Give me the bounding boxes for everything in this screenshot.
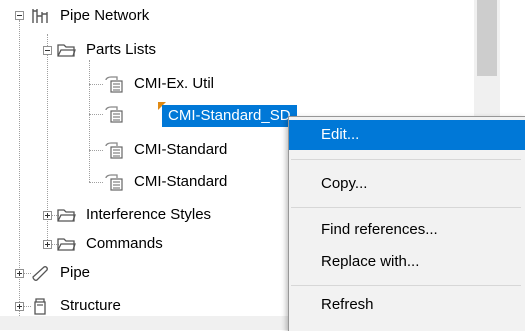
tree-line: [19, 20, 20, 330]
folder-icon: [56, 40, 76, 60]
pipe-network-icon: [30, 6, 50, 26]
folder-icon: [56, 234, 76, 254]
tree-item-pipe[interactable]: Pipe: [30, 260, 94, 286]
tree-item-label: CMI-Standard_SD: [162, 105, 297, 127]
pipe-icon: [30, 263, 50, 283]
tree-line: [89, 182, 103, 183]
tree-line: [89, 60, 90, 182]
tree-item-parts-list[interactable]: CMI-Ex. Util: [104, 71, 218, 97]
scrollbar-thumb[interactable]: [477, 0, 497, 76]
collapse-parts-lists-toggle[interactable]: [43, 46, 52, 55]
menu-separator: [291, 285, 521, 286]
expand-pipe-toggle[interactable]: [15, 269, 24, 278]
tree-line: [89, 150, 103, 151]
tree-line: [89, 114, 103, 115]
tree-item-pipe-network[interactable]: Pipe Network: [30, 3, 153, 29]
expand-structure-toggle[interactable]: [15, 302, 24, 311]
context-menu: Edit... Copy... Find references... Repla…: [288, 116, 525, 331]
menu-item-copy[interactable]: Copy...: [289, 169, 525, 199]
menu-item-replace-with[interactable]: Replace with...: [289, 247, 525, 277]
tree-item-label: Structure: [60, 297, 121, 314]
parts-list-icon: [104, 172, 124, 192]
tree-item-parts-list[interactable]: CMI-Standard: [104, 137, 231, 163]
expand-commands-toggle[interactable]: [43, 240, 52, 249]
tree-item-selected[interactable]: CMI-Standard_SD: [162, 103, 297, 129]
parts-list-icon: [104, 74, 124, 94]
collapse-pipe-network-toggle[interactable]: [15, 11, 24, 20]
menu-separator: [291, 207, 521, 208]
horizontal-scrollbar[interactable]: [0, 316, 288, 330]
tree-item-label: Pipe: [60, 264, 91, 281]
parts-list-icon: [104, 104, 124, 124]
parts-list-icon: [104, 140, 124, 160]
tree-item-label: CMI-Ex. Util: [134, 75, 214, 92]
tree-item-parts-list[interactable]: [104, 101, 130, 127]
tree-item-interference-styles[interactable]: Interference Styles: [56, 202, 215, 228]
folder-icon: [56, 205, 76, 225]
menu-item-edit[interactable]: Edit...: [289, 120, 525, 150]
tree-item-label: CMI-Standard: [134, 173, 228, 190]
expand-interference-styles-toggle[interactable]: [43, 211, 52, 220]
tree-item-commands[interactable]: Commands: [56, 231, 167, 257]
tree-item-label: CMI-Standard: [134, 141, 228, 158]
menu-separator: [291, 159, 521, 160]
tree-item-parts-lists[interactable]: Parts Lists: [56, 37, 160, 63]
tree-item-label: Commands: [86, 235, 163, 252]
tree-line: [89, 84, 103, 85]
tree-item-label: Interference Styles: [86, 206, 212, 223]
tree-item-label: Pipe Network: [60, 7, 150, 24]
menu-item-find-references[interactable]: Find references...: [289, 215, 525, 245]
tree-item-parts-list[interactable]: CMI-Standard: [104, 169, 231, 195]
menu-item-refresh[interactable]: Refresh: [289, 290, 525, 320]
tree-item-label: Parts Lists: [86, 41, 157, 58]
structure-icon: [30, 296, 50, 316]
